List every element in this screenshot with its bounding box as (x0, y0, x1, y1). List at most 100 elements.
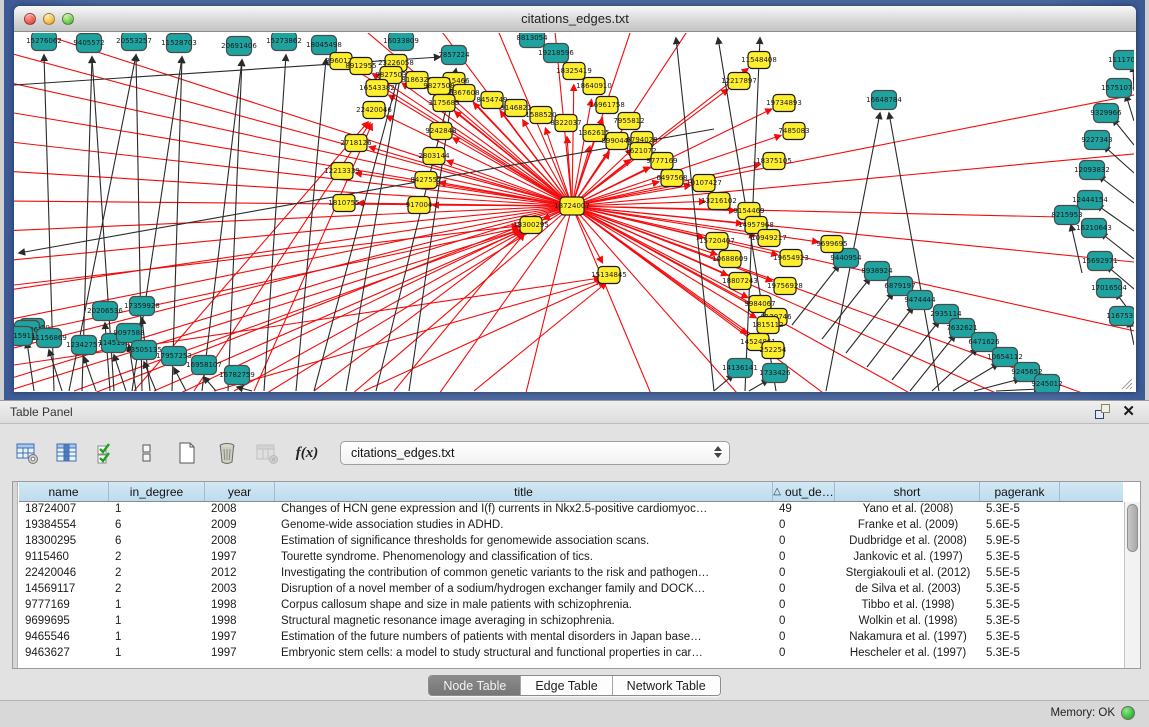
graph-node[interactable]: 20206536 (87, 302, 123, 321)
graph-node[interactable]: 20691406 (221, 37, 257, 56)
graph-node[interactable]: 16033809 (383, 33, 419, 51)
graph-node[interactable]: 8938924 (861, 262, 893, 281)
table-row[interactable]: 911546021997Tourette syndrome. Phenomeno… (19, 550, 1123, 566)
select-all-icon[interactable] (92, 438, 122, 468)
graph-node[interactable]: 12093832 (1074, 161, 1110, 180)
table-settings-icon[interactable] (12, 438, 42, 468)
graph-node[interactable]: 9699695 (816, 236, 847, 253)
table-row[interactable]: 969969511998Structural magnetic resonanc… (19, 614, 1123, 630)
column-header-in_degree[interactable]: in_degree (109, 482, 205, 501)
graph-node[interactable]: 11548408 (741, 52, 777, 69)
column-header-out_de[interactable]: △out_de… (773, 482, 835, 501)
resize-grip-icon[interactable] (1130, 387, 1132, 389)
graph-node[interactable]: 3175685 (428, 95, 459, 112)
graph-node[interactable]: 9227343 (1081, 131, 1112, 150)
column-header-title[interactable]: title (275, 482, 773, 501)
graph-node[interactable]: 15134845 (591, 267, 627, 284)
tab-node-table[interactable]: Node Table (429, 676, 521, 695)
graph-node[interactable]: 8322037 (550, 115, 581, 132)
table-row[interactable]: 946362711997Embryonic stem cells: a mode… (19, 646, 1123, 662)
graph-node[interactable]: 8813054 (516, 33, 548, 48)
graph-node[interactable]: 17359928 (124, 297, 160, 316)
show-columns-icon[interactable] (52, 438, 82, 468)
graph-node[interactable]: 13216102 (701, 193, 737, 210)
graph-node[interactable]: 6497568 (656, 170, 687, 187)
graph-node[interactable]: 16210643 (1076, 219, 1112, 238)
graph-node[interactable]: 17016504 (1091, 279, 1127, 298)
table-row[interactable]: 1872400712008Changes of HCN gene express… (19, 502, 1123, 518)
table-cell: 9463627 (19, 646, 109, 662)
graph-node[interactable]: 15273862 (266, 33, 302, 51)
graph-node[interactable]: 9474444 (904, 291, 936, 310)
graph-node[interactable]: 1815112 (752, 317, 783, 334)
graph-node[interactable]: 1167533 (1106, 307, 1134, 326)
graph-node[interactable]: 9405572 (73, 34, 104, 53)
scrollbar-thumb[interactable] (1127, 504, 1138, 552)
graph-node[interactable]: 7485083 (778, 123, 809, 140)
vertical-scrollbar[interactable] (1124, 502, 1140, 668)
graph-node[interactable]: 15751074 (1101, 79, 1134, 98)
column-header-pagerank[interactable]: pagerank (980, 482, 1060, 501)
function-builder-icon[interactable]: f(x) (292, 438, 322, 468)
graph-node[interactable]: 11528703 (161, 34, 197, 53)
table-selector-dropdown[interactable]: citations_edges.txt (340, 441, 730, 465)
close-panel-icon[interactable]: ✕ (1122, 404, 1135, 419)
graph-node[interactable]: 7955812 (613, 113, 644, 130)
graph-node[interactable]: 8427552 (410, 172, 441, 189)
graph-node[interactable]: 1810755 (328, 195, 359, 212)
graph-node[interactable]: 1733426 (759, 364, 791, 383)
table-cell: Embryonic stem cells: a model to study s… (275, 646, 773, 662)
graph-node[interactable]: 16648784 (866, 91, 902, 110)
tab-edge-table[interactable]: Edge Table (521, 676, 612, 695)
graph-edge (474, 283, 606, 391)
graph-node[interactable]: 11156869 (31, 329, 67, 348)
graph-node[interactable]: 19218596 (538, 44, 574, 63)
citation-network-graph[interactable]: 15276062 9405572 20553257 11528703 20691406 1… (14, 33, 1134, 392)
new-column-icon[interactable] (172, 438, 202, 468)
table-row[interactable]: 1830029562008Estimation of significance … (19, 534, 1123, 550)
graph-node[interactable]: 19734893 (766, 95, 802, 112)
graph-node[interactable]: 9097588 (113, 324, 144, 343)
graph-node[interactable]: 18375105 (756, 153, 792, 170)
graph-node[interactable]: 8912955 (345, 58, 376, 75)
delete-column-icon[interactable] (212, 438, 242, 468)
graph-node-label: 2935114 (930, 310, 962, 318)
network-canvas[interactable]: 15276062 9405572 20553257 11528703 20691406 1… (14, 33, 1136, 392)
column-header-name[interactable]: name (19, 482, 109, 501)
graph-node[interactable]: 12342757 (66, 336, 102, 355)
graph-node[interactable]: 2718126 (340, 135, 372, 152)
graph-node[interactable]: 9242848 (425, 123, 456, 140)
graph-node[interactable]: 8215953 (1051, 206, 1082, 225)
tab-network-table[interactable]: Network Table (613, 676, 720, 695)
rows-icon[interactable] (132, 438, 162, 468)
column-header-short[interactable]: short (835, 482, 980, 501)
table-row[interactable]: 1456911722003Disruption of a novel membe… (19, 582, 1123, 598)
graph-node[interactable]: 252254 (760, 342, 787, 359)
graph-node[interactable]: 9329966 (1090, 104, 1122, 123)
graph-node[interactable]: 15692971 (1082, 252, 1118, 271)
graph-node[interactable]: 16782759 (219, 366, 255, 385)
graph-node[interactable]: 2803144 (418, 148, 450, 165)
graph-node[interactable]: 14136141 (722, 359, 758, 378)
graph-node[interactable]: 9245012 (1031, 375, 1062, 393)
table-row[interactable]: 1938455462009Genome-wide association stu… (19, 518, 1123, 534)
graph-node[interactable]: 20553257 (116, 33, 152, 51)
graph-node[interactable]: 15276062 (26, 33, 62, 51)
graph-node[interactable]: 16958107 (186, 356, 222, 375)
graph-node[interactable]: 18045498 (306, 36, 342, 55)
graph-node-label: 2803144 (418, 152, 450, 160)
graph-node[interactable]: 9777169 (646, 153, 677, 170)
network-desktop: citations_edges.txt 15276062 9405572 20553… (4, 0, 1145, 400)
table-row[interactable]: 2242004622012Investigating the contribut… (19, 566, 1123, 582)
graph-node[interactable]: 10688609 (712, 251, 748, 268)
graph-node[interactable]: 917004 (406, 197, 433, 214)
network-window-titlebar[interactable]: citations_edges.txt (14, 6, 1136, 32)
table-cell: Franke et al. (2009) (835, 518, 980, 534)
table-row[interactable]: 977716911998Corpus callosum shape and si… (19, 598, 1123, 614)
graph-node[interactable]: 16961758 (589, 97, 625, 114)
graph-node[interactable]: 11117029 (1108, 51, 1134, 70)
table-row[interactable]: 946554611997Estimation of the future num… (19, 630, 1123, 646)
float-panel-icon[interactable] (1095, 404, 1110, 419)
graph-node[interactable]: 7857224 (438, 46, 470, 65)
column-header-year[interactable]: year (205, 482, 275, 501)
